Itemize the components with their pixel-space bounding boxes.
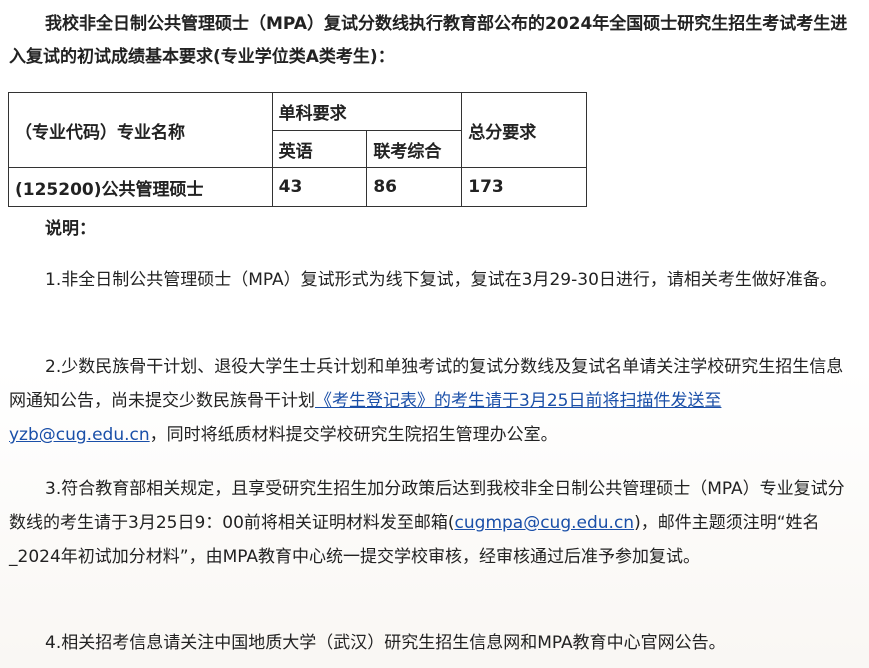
cell-total-score: 173 bbox=[461, 167, 587, 207]
table-header-row: （专业代码）专业名称 单科要求 总分要求 bbox=[8, 92, 587, 168]
note-4: 4.相关招考信息请关注中国地质大学（武汉）研究生招生信息网和MPA教育中心官网公… bbox=[45, 633, 726, 653]
table-row: (125200)公共管理硕士 43 86 173 bbox=[8, 167, 587, 207]
header-total-score: 总分要求 bbox=[461, 92, 587, 168]
mpa-email-link[interactable]: cugmpa@cug.edu.cn bbox=[455, 513, 635, 533]
note-1: 1.非全日制公共管理硕士（MPA）复试形式为线下复试，复试在3月29-30日进行… bbox=[45, 270, 837, 290]
note-3: 3.符合教育部相关规定，且享受研究生招生加分政策后达到我校非全日制公共管理硕士（… bbox=[9, 472, 859, 574]
cell-english-score: 43 bbox=[271, 167, 368, 207]
cell-major: (125200)公共管理硕士 bbox=[8, 167, 273, 207]
article-body: 我校非全日制公共管理硕士（MPA）复试分数线执行教育部公布的2024年全国硕士研… bbox=[0, 0, 869, 668]
note-2-tail: ，同时将纸质材料提交学校研究生院招生管理办公室。 bbox=[149, 425, 558, 445]
cell-joint-score: 86 bbox=[366, 167, 463, 207]
score-requirements-table: （专业代码）专业名称 单科要求 总分要求 英语 联考综合 (125200)公共管… bbox=[8, 92, 587, 207]
header-major-name: （专业代码）专业名称 bbox=[8, 92, 273, 168]
header-joint-exam: 联考综合 bbox=[366, 130, 463, 168]
note-2: 2.少数民族骨干计划、退役大学生士兵计划和单独考试的复试分数线及复试名单请关注学… bbox=[9, 350, 859, 452]
intro-paragraph: 我校非全日制公共管理硕士（MPA）复试分数线执行教育部公布的2024年全国硕士研… bbox=[9, 14, 848, 67]
notes-heading: 说明： bbox=[45, 219, 96, 239]
header-single-subject: 单科要求 bbox=[271, 92, 463, 131]
header-english: 英语 bbox=[271, 130, 368, 168]
